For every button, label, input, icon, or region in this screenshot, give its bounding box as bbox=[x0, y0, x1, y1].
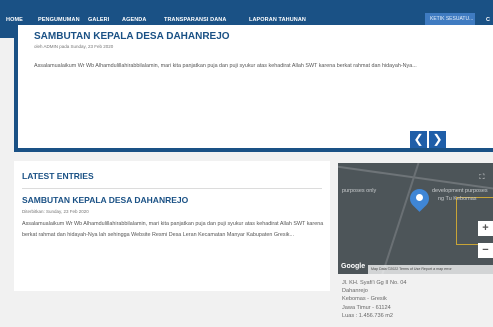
search-button[interactable]: C bbox=[486, 17, 490, 23]
zoom-out-button[interactable]: − bbox=[478, 243, 493, 258]
map-pin-dot bbox=[416, 194, 423, 201]
address-line: Jl. KH. Syafi'i Gg II No. 04 bbox=[342, 280, 407, 286]
slide-excerpt: Assalamualaikum Wr Wb Alhamdulillahirabb… bbox=[34, 63, 417, 69]
nav-agenda[interactable]: AGENDA bbox=[122, 17, 146, 23]
nav-home[interactable]: HOME bbox=[6, 17, 23, 23]
entry-meta: Diterbitkan: Sunday, 23 Feb 2020 bbox=[22, 209, 89, 214]
map-watermark-text: development purposes bbox=[432, 188, 488, 194]
nav-galeri[interactable]: GALERI bbox=[88, 17, 109, 23]
address-line: Kebomas - Gresik bbox=[342, 296, 387, 303]
address-block: Jl. KH. Syafi'i Gg II No. 04 Dahanrejo K… bbox=[342, 279, 407, 320]
nav-pengumuman[interactable]: PENGUMUMAN bbox=[38, 17, 80, 23]
google-logo: Google bbox=[341, 263, 366, 270]
slider-next-button[interactable]: ❯ bbox=[429, 131, 446, 148]
map-place-label: ng Tu Kebomas bbox=[438, 196, 477, 202]
divider bbox=[22, 188, 322, 189]
address-line: Dahanrejo bbox=[342, 288, 368, 295]
fullscreen-icon[interactable]: ⛶ bbox=[476, 172, 488, 184]
entry-excerpt: Assalamualaikum Wr Wb Alhamdulillahirabb… bbox=[22, 221, 324, 238]
zoom-in-button[interactable]: + bbox=[478, 221, 493, 236]
slide-title[interactable]: SAMBUTAN KEPALA DESA DAHANREJO bbox=[34, 31, 230, 42]
map-attribution[interactable]: Map Data ©2022 Terms of Use Report a map… bbox=[368, 265, 493, 274]
entry-title[interactable]: SAMBUTAN KEPALA DESA DAHANREJO bbox=[22, 195, 188, 205]
slide-meta: oleh ADMIN pada Sunday, 23 Feb 2020 bbox=[34, 44, 114, 49]
nav-laporan-tahunan[interactable]: LAPORAN TAHUNAN bbox=[249, 17, 306, 23]
latest-entries-panel: LATEST ENTRIES SAMBUTAN KEPALA DESA DAHA… bbox=[14, 161, 330, 291]
location-map[interactable]: purposes only development purposes ng Tu… bbox=[338, 163, 493, 274]
featured-slider: SAMBUTAN KEPALA DESA DAHANREJO oleh ADMI… bbox=[14, 25, 493, 152]
latest-entries-heading: LATEST ENTRIES bbox=[22, 171, 94, 181]
address-line: Jawa Timur - 61124 bbox=[342, 304, 391, 311]
slider-prev-button[interactable]: ❮ bbox=[410, 131, 427, 148]
map-watermark-text: purposes only bbox=[342, 188, 377, 194]
nav-transparansi-dana[interactable]: TRANSPARANSI DANA bbox=[164, 17, 226, 23]
map-road bbox=[376, 163, 422, 274]
address-line: Luas : 1.456.736 m2 bbox=[342, 312, 394, 319]
